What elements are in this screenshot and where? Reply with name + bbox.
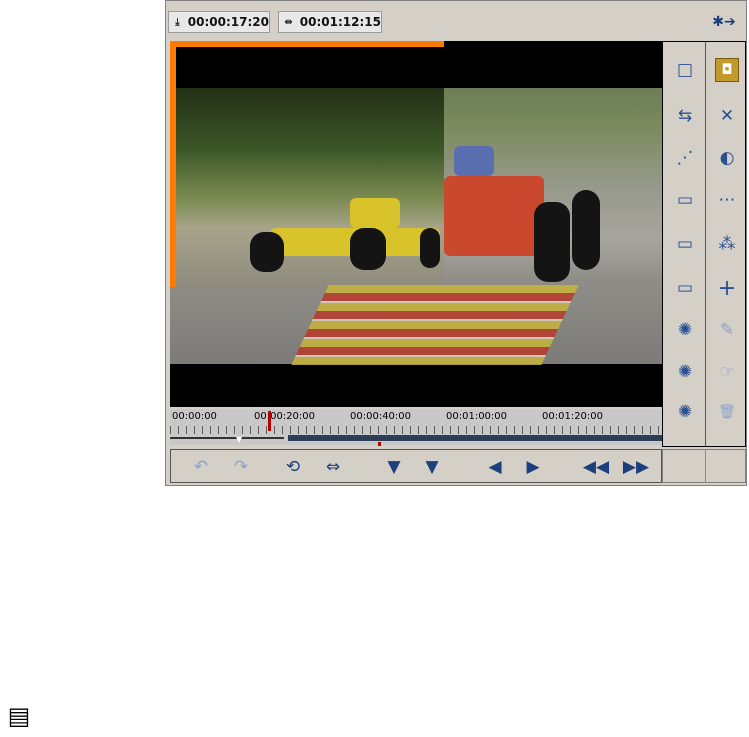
monitor-dots-icon[interactable]: ▭: [673, 276, 697, 300]
monitor-icon[interactable]: ▭: [673, 188, 697, 212]
in-point-triangle-icon: ▼: [236, 435, 243, 444]
nodes-icon[interactable]: ⋰: [673, 146, 697, 170]
timeline-label: 00:00:00: [172, 411, 217, 422]
plus-icon[interactable]: +: [715, 276, 739, 301]
track-kerb: [291, 285, 579, 365]
transport-controls: ↶ ↷ ⟲ ⇔ ▼ ▼ ◀ ▶ ◀◀ ▶▶: [170, 449, 662, 483]
position-timecode-value: 00:00:17:20: [187, 15, 269, 29]
monitor-down-icon[interactable]: ▭: [673, 232, 697, 256]
rewind-icon[interactable]: ◀◀: [581, 456, 611, 478]
pointer-icon[interactable]: ☞: [715, 360, 739, 384]
mark-out-icon[interactable]: ▼: [419, 456, 445, 478]
tool-palette: □ ⇆ ⋰ ▭ ▭ ▭ ✺ ✺ ✺ ◘ ✕ ◐ ⋯ ⁂ + ✎ ☞ 🗑: [662, 41, 746, 447]
mark-in-marker: [378, 442, 381, 446]
position-timecode[interactable]: ⤓ 00:00:17:20: [168, 11, 270, 33]
highlight-icon[interactable]: ◘: [715, 58, 739, 82]
wipe-left-edge: [170, 41, 176, 287]
red-car: [444, 146, 604, 286]
multi-node-icon[interactable]: ⁂: [715, 232, 739, 256]
timeline-label: 00:01:20:00: [542, 411, 604, 422]
pen-icon[interactable]: ✎: [715, 318, 739, 342]
timeline-label: 00:01:00:00: [446, 411, 508, 422]
timeline-label: 00:00:40:00: [350, 411, 412, 422]
gear-top-icon[interactable]: ✺: [673, 318, 697, 342]
timeline-track[interactable]: [288, 435, 662, 441]
yellow-car: [250, 188, 450, 278]
cross-nodes-icon[interactable]: ✕: [715, 104, 739, 128]
trash-icon[interactable]: 🗑: [715, 400, 739, 424]
tool-palette-divider: [705, 42, 706, 446]
video-frame: [170, 88, 662, 365]
video-monitor: [170, 41, 662, 407]
swap-icon[interactable]: ⇆: [673, 104, 697, 128]
playhead[interactable]: [268, 411, 271, 431]
step-forward-icon[interactable]: ▶: [521, 456, 545, 478]
step-back-icon[interactable]: ◀: [483, 456, 507, 478]
trim-icon[interactable]: ⇔: [319, 456, 347, 478]
video-editor-window: ⤓ 00:00:17:20 ⇼ 00:01:12:15 ✱➔ 00:00:00 …: [165, 0, 747, 486]
gear-bottom-icon[interactable]: ✺: [673, 400, 697, 424]
exit-arrows-icon[interactable]: ✱➔: [712, 13, 736, 31]
half-circle-icon[interactable]: ◐: [715, 146, 739, 170]
mark-in-icon[interactable]: ▼: [381, 456, 407, 478]
fast-forward-icon[interactable]: ▶▶: [621, 456, 651, 478]
timeline-labels: 00:00:00 00:00:20:00 00:00:40:00 00:01:0…: [170, 411, 662, 423]
timeline-ticks: [170, 426, 662, 434]
duration-arrows-icon: ⇼: [284, 16, 293, 28]
tool-palette-footer: [662, 449, 746, 483]
tool-palette-footer-divider: [705, 450, 706, 482]
timeline[interactable]: 00:00:00 00:00:20:00 00:00:40:00 00:01:0…: [170, 409, 662, 446]
timeline-track-left: [170, 437, 284, 439]
square-icon[interactable]: □: [673, 58, 697, 82]
timeline-label: 00:00:20:00: [254, 411, 316, 422]
download-arrow-icon: ⤓: [175, 16, 180, 28]
single-node-icon[interactable]: ⋯: [715, 188, 739, 212]
wipe-top-edge: [170, 41, 444, 47]
duration-timecode-value: 00:01:12:15: [299, 15, 381, 29]
gear-mid-icon[interactable]: ✺: [673, 360, 697, 384]
note-list-icon: ▤: [7, 702, 31, 730]
redo-icon[interactable]: ↷: [229, 456, 253, 478]
duration-timecode[interactable]: ⇼ 00:01:12:15: [278, 11, 382, 33]
undo-icon[interactable]: ↶: [189, 456, 213, 478]
loop-icon[interactable]: ⟲: [281, 456, 305, 478]
timecode-bar: ⤓ 00:00:17:20 ⇼ 00:01:12:15 ✱➔: [166, 5, 746, 35]
